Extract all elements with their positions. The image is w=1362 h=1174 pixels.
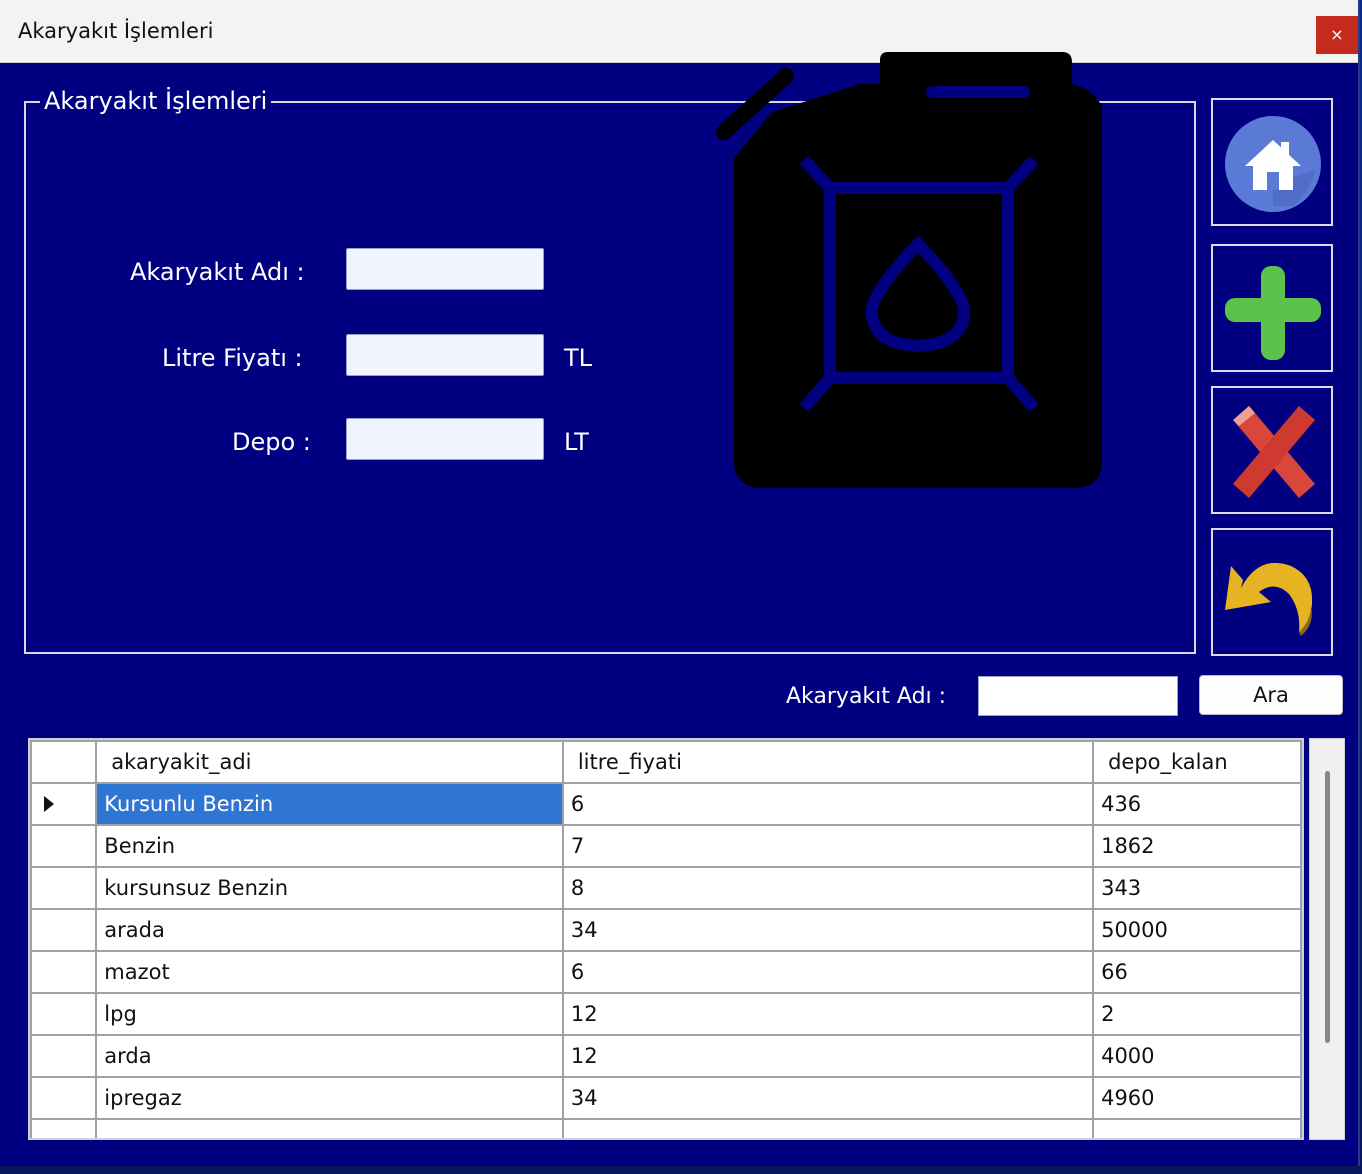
header-corner [30, 740, 98, 784]
fuel-name-input[interactable] [346, 248, 544, 290]
table-row[interactable]: ipregaz 34 4960 [30, 1076, 1302, 1120]
row-header[interactable] [30, 1076, 98, 1120]
table-cell-empty [30, 1118, 98, 1138]
table-cell[interactable]: 50000 [1092, 908, 1302, 952]
table-row[interactable]: lpg 12 2 [30, 992, 1302, 1036]
search-button[interactable]: Ara [1199, 675, 1343, 715]
table-header-row: akaryakit_adi litre_fiyati depo_kalan [30, 740, 1302, 784]
table-cell-empty [1092, 1118, 1302, 1138]
table-cell[interactable]: 4000 [1092, 1034, 1302, 1078]
table-cell[interactable]: 66 [1092, 950, 1302, 994]
close-button[interactable]: × [1316, 16, 1358, 54]
table-cell[interactable]: 4960 [1092, 1076, 1302, 1120]
table-row[interactable]: arda 12 4000 [30, 1034, 1302, 1078]
depot-label: Depo : [232, 428, 311, 456]
column-header[interactable]: litre_fiyati [561, 740, 1095, 784]
main-window: Akaryakıt İşlemleri × Akaryakıt İşlemler… [0, 0, 1360, 1166]
table-cell[interactable]: Kursunlu Benzin [95, 782, 564, 826]
search-input[interactable] [978, 676, 1178, 716]
table-cell[interactable]: 343 [1092, 866, 1302, 910]
table-cell[interactable]: 34 [561, 1076, 1095, 1120]
row-header[interactable] [30, 908, 98, 952]
table-cell[interactable]: 12 [561, 1034, 1095, 1078]
home-button[interactable] [1211, 98, 1333, 226]
table-cell[interactable]: lpg [95, 992, 564, 1036]
table-cell[interactable]: Benzin [95, 824, 564, 868]
delete-x-icon [1233, 406, 1315, 498]
row-header[interactable] [30, 782, 98, 826]
table-cell[interactable]: 8 [561, 866, 1095, 910]
window-title: Akaryakıt İşlemleri [18, 19, 214, 43]
table-cell-empty [561, 1118, 1095, 1138]
table-row[interactable]: Benzin 7 1862 [30, 824, 1302, 868]
litre-price-label: Litre Fiyatı : [162, 344, 303, 372]
table-cell[interactable]: 1862 [1092, 824, 1302, 868]
table-cell[interactable]: arada [95, 908, 564, 952]
table-row[interactable]: kursunsuz Benzin 8 343 [30, 866, 1302, 910]
table-cell[interactable]: 12 [561, 992, 1095, 1036]
column-header[interactable]: depo_kalan [1092, 740, 1302, 784]
depot-unit: LT [564, 428, 589, 456]
undo-button[interactable] [1211, 528, 1333, 656]
row-header[interactable] [30, 992, 98, 1036]
depot-input[interactable] [346, 418, 544, 460]
fuel-name-label: Akaryakıt Adı : [130, 258, 305, 286]
groupbox-title: Akaryakıt İşlemleri [40, 87, 272, 115]
fuel-table: akaryakit_adi litre_fiyati depo_kalan Ku… [30, 740, 1302, 1138]
undo-arrow-icon [1225, 562, 1313, 636]
litre-price-input[interactable] [346, 334, 544, 376]
delete-button[interactable] [1211, 386, 1333, 514]
home-icon [1225, 116, 1321, 212]
row-header[interactable] [30, 866, 98, 910]
fuel-canister-icon [716, 52, 1102, 488]
table-cell[interactable]: arda [95, 1034, 564, 1078]
row-header[interactable] [30, 1034, 98, 1078]
table-cell[interactable]: 6 [561, 950, 1095, 994]
title-bar: Akaryakıt İşlemleri × [0, 0, 1358, 63]
row-header[interactable] [30, 950, 98, 994]
table-row-partial [30, 1118, 1302, 1138]
plus-icon [1225, 266, 1321, 360]
table-cell-empty [95, 1118, 564, 1138]
column-header[interactable]: akaryakit_adi [95, 740, 564, 784]
table-cell[interactable]: kursunsuz Benzin [95, 866, 564, 910]
fuel-data-grid[interactable]: akaryakit_adi litre_fiyati depo_kalan Ku… [28, 738, 1304, 1140]
table-row[interactable]: arada 34 50000 [30, 908, 1302, 952]
litre-price-unit: TL [564, 344, 593, 372]
table-row[interactable]: mazot 6 66 [30, 950, 1302, 994]
table-cell[interactable]: 6 [561, 782, 1095, 826]
table-cell[interactable]: mazot [95, 950, 564, 994]
add-button[interactable] [1211, 244, 1333, 372]
scrollbar-thumb[interactable] [1325, 771, 1330, 1043]
table-cell[interactable]: 34 [561, 908, 1095, 952]
table-cell[interactable]: 2 [1092, 992, 1302, 1036]
table-row[interactable]: Kursunlu Benzin 6 436 [30, 782, 1302, 826]
table-cell[interactable]: ipregaz [95, 1076, 564, 1120]
row-header[interactable] [30, 824, 98, 868]
table-cell[interactable]: 7 [561, 824, 1095, 868]
current-row-arrow-icon [44, 796, 54, 812]
search-label: Akaryakıt Adı : [786, 684, 947, 709]
vertical-scrollbar[interactable] [1309, 738, 1345, 1140]
table-cell[interactable]: 436 [1092, 782, 1302, 826]
